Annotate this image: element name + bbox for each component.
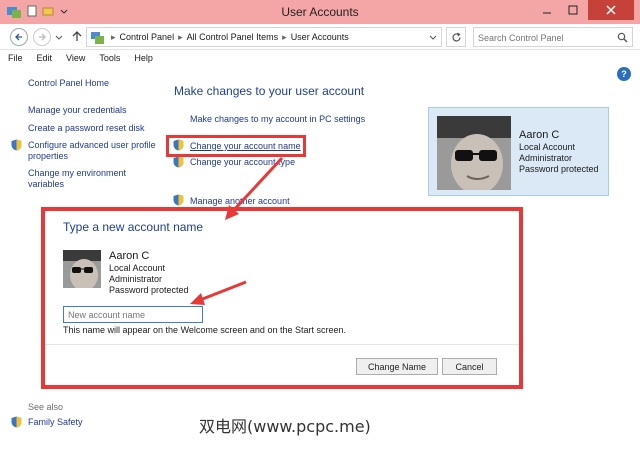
uac-shield-icon [11, 416, 22, 428]
see-also-label: See also [28, 402, 64, 412]
family-safety-link[interactable]: Family Safety [28, 417, 83, 427]
annotation-arrow-to-dialog [225, 156, 284, 220]
watermark-text: 双电网(www.pcpc.me) [199, 417, 371, 436]
annotation-arrows [190, 156, 284, 305]
annotation-arrow-to-input [190, 280, 247, 305]
